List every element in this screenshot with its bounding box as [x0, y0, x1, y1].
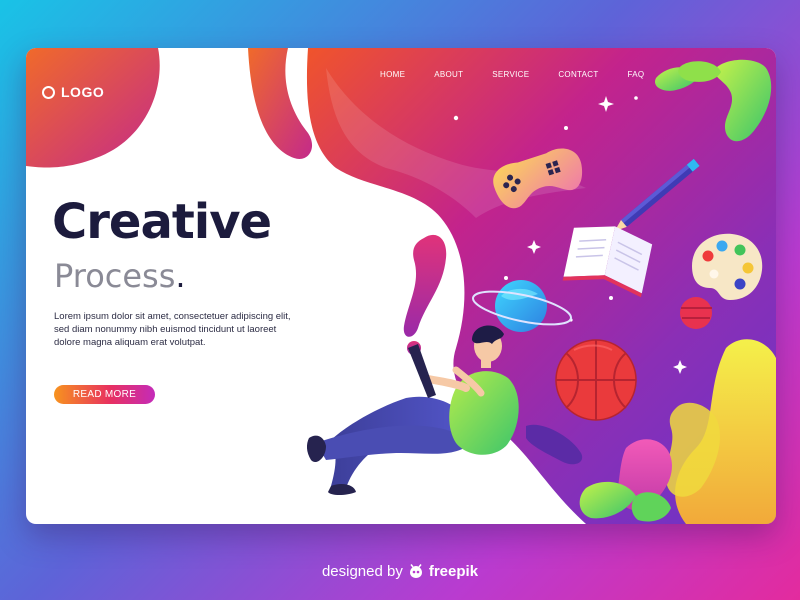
drip-shape-left — [403, 234, 447, 337]
small-planet-icon — [680, 297, 712, 329]
person-with-tablet — [306, 325, 519, 495]
credit-brand[interactable]: freepik — [429, 563, 478, 580]
nav-home[interactable]: HOME — [380, 70, 405, 79]
hero-subtitle-text: Process — [54, 257, 176, 295]
corner-blob-shape — [26, 48, 160, 168]
hero-subtitle: Process. — [54, 260, 186, 292]
drip-shape-top — [248, 48, 313, 159]
landing-card: LOGO HOME ABOUT SERVICE CONTACT FAQ Crea… — [26, 48, 776, 524]
logo[interactable]: LOGO — [42, 84, 104, 100]
hero-body-text: Lorem ipsum dolor sit amet, consectetuer… — [54, 311, 291, 348]
freepik-logo-icon — [409, 563, 422, 578]
nav-contact[interactable]: CONTACT — [558, 70, 598, 79]
logo-text: LOGO — [61, 84, 105, 100]
nav-faq[interactable]: FAQ — [628, 70, 645, 79]
hero-title: Creative — [52, 194, 272, 250]
ring-icon — [42, 85, 55, 99]
basketball-icon — [555, 339, 637, 421]
nav-about[interactable]: ABOUT — [434, 70, 463, 79]
credit-footer: designed by freepik — [0, 563, 800, 580]
top-nav: HOME ABOUT SERVICE CONTACT FAQ — [380, 70, 673, 79]
credit-prefix: designed by — [321, 563, 403, 580]
read-more-button[interactable]: READ MORE — [54, 385, 155, 404]
hero-subtitle-dot: . — [175, 257, 186, 295]
nav-service[interactable]: SERVICE — [492, 70, 529, 79]
